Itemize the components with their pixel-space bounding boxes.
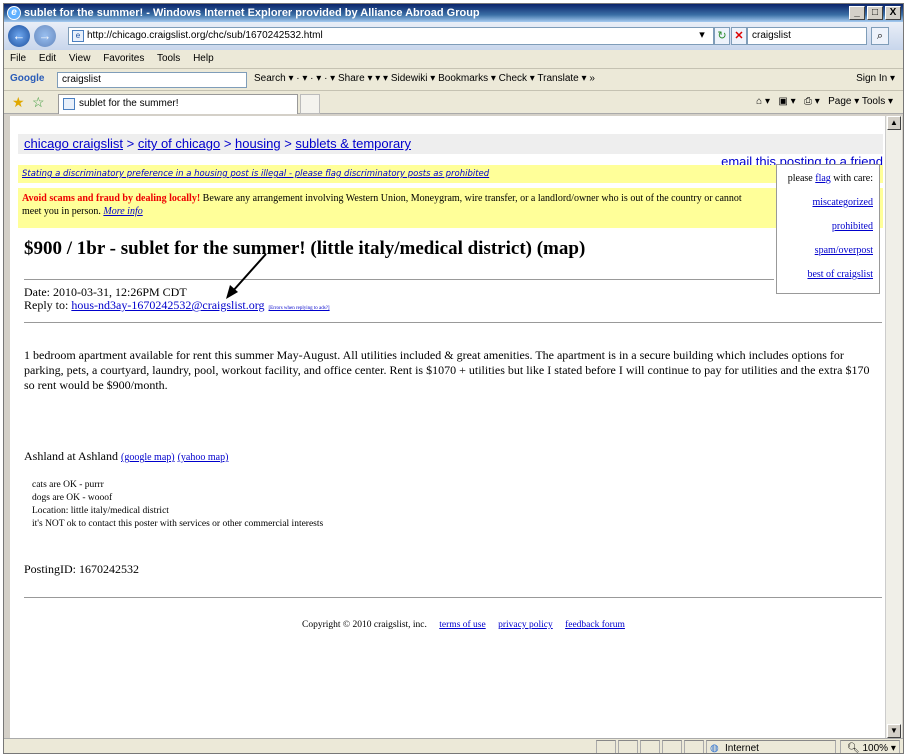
browser-window: e sublet for the summer! - Windows Inter…	[3, 3, 904, 754]
footer: Copyright © 2010 craigslist, inc. terms …	[302, 620, 625, 630]
globe-icon: ◍	[710, 743, 719, 754]
copyright: Copyright © 2010 craigslist, inc.	[302, 620, 427, 630]
page-viewport: chicago craigslist > city of chicago > h…	[10, 116, 885, 738]
refresh-icon: ↻	[717, 30, 727, 42]
google-toolbar-items[interactable]: Search ▾ · ▾ · ▾ · ▾ Share ▾ ▾ ▾ Sidewik…	[254, 69, 595, 89]
status-cell	[618, 740, 638, 753]
divider	[24, 322, 882, 323]
new-tab-button[interactable]	[300, 94, 320, 114]
flag-best-of[interactable]: best of craigslist	[807, 269, 873, 280]
posting-body: 1 bedroom apartment available for rent t…	[24, 348, 870, 392]
vertical-scrollbar[interactable]: ▲ ▼	[885, 116, 902, 738]
scroll-down-icon[interactable]: ▼	[887, 724, 901, 738]
minimize-button[interactable]: _	[849, 6, 865, 20]
search-input[interactable]: craigslist	[747, 27, 867, 45]
status-cell	[684, 740, 704, 753]
note-cats: cats are OK - purrr	[32, 480, 104, 490]
menu-tools[interactable]: Tools	[157, 53, 180, 64]
sign-in-button[interactable]: Sign In ▾	[856, 69, 895, 89]
close-button[interactable]: X	[885, 6, 901, 20]
address-url: http://chicago.craigslist.org/chc/sub/16…	[87, 30, 323, 41]
google-map-link[interactable]: (google map)	[121, 452, 175, 463]
google-logo: Google	[10, 73, 45, 84]
location-label: Ashland at Ashland	[24, 449, 121, 463]
tab-label: sublet for the summer!	[79, 98, 179, 109]
menu-favorites[interactable]: Favorites	[103, 53, 144, 64]
flag-box: please flag with care: miscategorized pr…	[776, 164, 880, 294]
home-icon[interactable]: ⌂ ▾	[756, 96, 770, 107]
stop-icon: ✕	[734, 30, 744, 42]
tab-sublet[interactable]: sublet for the summer!	[58, 94, 298, 114]
terms-link[interactable]: terms of use	[439, 620, 485, 630]
page-icon: e	[72, 30, 84, 42]
status-cell	[640, 740, 660, 753]
command-bar: ⌂ ▾ ▣ ▾ ⎙ ▾ Page ▾ Tools ▾	[756, 91, 893, 113]
scroll-up-icon[interactable]: ▲	[887, 116, 901, 130]
tab-bar: ★ ☆ sublet for the summer! ⌂ ▾ ▣ ▾ ⎙ ▾ P…	[4, 90, 903, 114]
flag-suffix: with care:	[830, 173, 873, 184]
title-bar: e sublet for the summer! - Windows Inter…	[4, 4, 903, 22]
stop-button[interactable]: ✕	[731, 27, 747, 45]
address-input[interactable]: e http://chicago.craigslist.org/chc/sub/…	[68, 27, 714, 45]
add-favorites-icon[interactable]: ☆	[32, 94, 45, 111]
menu-bar: File Edit View Favorites Tools Help	[4, 50, 903, 68]
location-line: Ashland at Ashland (google map) (yahoo m…	[24, 449, 228, 464]
flag-link[interactable]: flag	[815, 173, 831, 184]
back-arrow-icon: ←	[12, 28, 26, 43]
refresh-button[interactable]: ↻	[714, 27, 730, 45]
posting-id: PostingID: 1670242532	[24, 562, 140, 576]
zone-label: Internet	[725, 743, 759, 754]
window-controls: _ □ X	[849, 6, 901, 20]
flag-prefix: please	[787, 173, 816, 184]
flag-header: please flag with care:	[777, 171, 873, 186]
zone-indicator: ◍ Internet	[706, 740, 836, 754]
address-dropdown-icon[interactable]: ▾	[694, 27, 710, 45]
address-toolbar: ← → e http://chicago.craigslist.org/chc/…	[4, 22, 903, 50]
note-dogs: dogs are OK - wooof	[32, 493, 113, 503]
posting-notes: cats are OK - purrr dogs are OK - wooof …	[32, 479, 323, 531]
zoom-level: 100%	[862, 743, 889, 754]
search-icon: ⌕	[876, 30, 884, 42]
menu-view[interactable]: View	[69, 53, 91, 64]
divider	[24, 597, 882, 598]
search-button[interactable]: ⌕	[871, 27, 889, 45]
window-title: sublet for the summer! - Windows Interne…	[24, 7, 480, 19]
page-tools-menu[interactable]: Page ▾ Tools ▾	[828, 96, 893, 107]
tab-page-icon	[63, 98, 75, 110]
feeds-icon[interactable]: ▣ ▾	[778, 96, 795, 107]
maximize-button[interactable]: □	[867, 6, 883, 20]
note-location: Location: little italy/medical district	[32, 506, 169, 516]
menu-edit[interactable]: Edit	[39, 53, 56, 64]
annotation-arrow-icon	[226, 253, 267, 299]
google-search-input[interactable]: craigslist	[57, 72, 247, 88]
note-no-contact: it's NOT ok to contact this poster with …	[32, 519, 324, 529]
forward-arrow-icon: →	[38, 28, 52, 43]
status-cell	[596, 740, 616, 753]
flag-miscategorized[interactable]: miscategorized	[812, 197, 873, 208]
favorites-star-icon[interactable]: ★	[12, 94, 25, 111]
google-toolbar: Google craigslist Search ▾ · ▾ · ▾ · ▾ S…	[4, 68, 903, 90]
zoom-control[interactable]: 🔍︎ 100% ▾	[840, 740, 900, 754]
status-bar: ◍ Internet 🔍︎ 100% ▾	[4, 738, 903, 754]
menu-file[interactable]: File	[10, 53, 26, 64]
status-cell	[662, 740, 682, 753]
back-button[interactable]: ←	[8, 25, 30, 47]
flag-spam[interactable]: spam/overpost	[815, 245, 873, 256]
menu-help[interactable]: Help	[193, 53, 214, 64]
print-icon[interactable]: ⎙ ▾	[804, 96, 820, 107]
privacy-link[interactable]: privacy policy	[498, 620, 553, 630]
zoom-icon: 🔍︎	[847, 743, 860, 754]
flag-prohibited[interactable]: prohibited	[832, 221, 873, 232]
ie-logo-icon: e	[7, 6, 21, 20]
breadcrumb-sublets[interactable]: sublets & temporary	[295, 136, 411, 151]
feedback-link[interactable]: feedback forum	[565, 620, 625, 630]
yahoo-map-link[interactable]: (yahoo map)	[178, 452, 229, 463]
forward-button[interactable]: →	[34, 25, 56, 47]
